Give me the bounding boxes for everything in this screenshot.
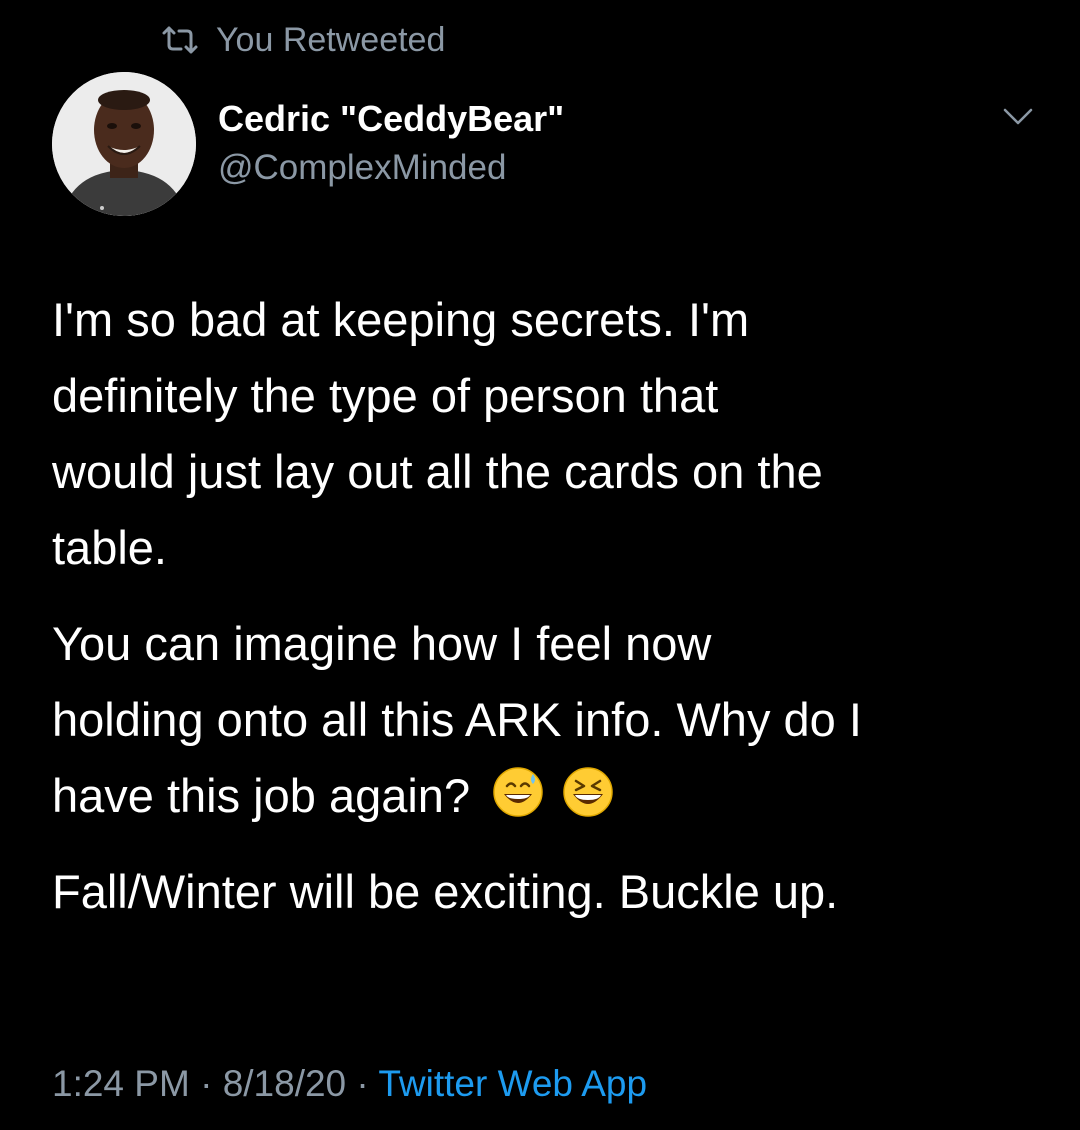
retweet-icon [162,26,198,54]
retweet-indicator: You Retweeted [160,18,445,62]
tweet-paragraph-text: You can imagine how I feel now holding o… [52,617,862,822]
retweet-label: You Retweeted [216,20,446,59]
grinning-face-with-sweat-emoji [493,767,543,817]
tweet-paragraph: Fall/Winter will be exciting. Buckle up. [52,865,839,918]
tweet-paragraph-with-emoji: You can imagine how I feel now holding o… [52,606,1042,834]
meta-separator: · [346,1063,379,1104]
user-handle[interactable]: @ComplexMinded [218,146,564,190]
tweet-source-link[interactable]: Twitter Web App [378,1063,647,1104]
avatar[interactable] [52,72,196,216]
tweet-meta: 1:24 PM · 8/18/20 · Twitter Web App [52,1060,647,1108]
tweet-text: I'm so bad at keeping secrets. I'm defin… [52,282,1042,930]
chevron-down-icon[interactable] [1002,106,1034,128]
grinning-squinting-face-emoji [563,767,613,817]
tweet-time[interactable]: 1:24 PM [52,1063,190,1104]
meta-separator: · [189,1063,223,1104]
tweet-paragraph: I'm so bad at keeping secrets. I'm defin… [52,293,823,574]
author-info[interactable]: Cedric "CeddyBear" @ComplexMinded [218,98,564,190]
avatar-photo [52,72,196,216]
display-name[interactable]: Cedric "CeddyBear" [218,98,564,140]
tweet-date[interactable]: 8/18/20 [223,1063,346,1104]
